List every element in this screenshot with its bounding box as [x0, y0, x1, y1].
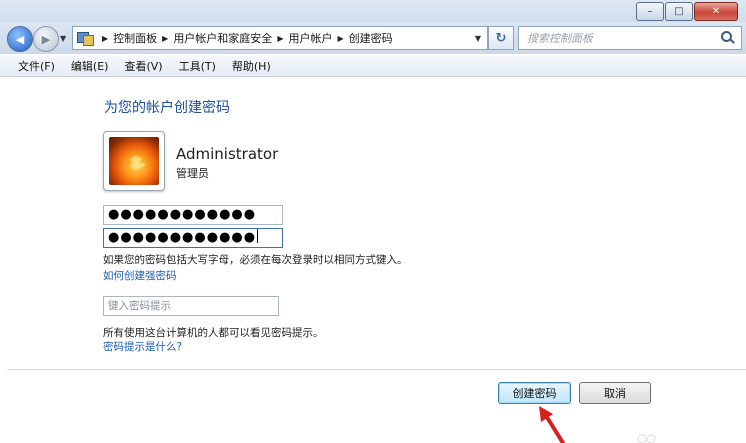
create-password-button[interactable]: 创建密码 — [498, 382, 571, 404]
menu-edit[interactable]: 编辑(E) — [63, 58, 117, 74]
menu-view[interactable]: 查看(V) — [116, 58, 170, 74]
cancel-button[interactable]: 取消 — [579, 382, 651, 404]
user-name: Administrator — [176, 145, 279, 163]
divider — [7, 369, 746, 370]
control-panel-icon — [77, 31, 94, 46]
password-hint-help-link[interactable]: 密码提示是什么? — [103, 339, 182, 354]
menu-file[interactable]: 文件(F) — [0, 58, 63, 74]
search-icon[interactable] — [721, 31, 735, 45]
window-title-bar: – □ ✕ — [0, 0, 746, 22]
maximize-button[interactable]: □ — [665, 2, 693, 21]
breadcrumb-user-accounts[interactable]: 用户帐户 — [288, 30, 332, 46]
close-button[interactable]: ✕ — [694, 2, 738, 21]
forward-arrow-icon: ▶ — [41, 32, 51, 46]
address-bar[interactable]: ▶ 控制面板 ▶ 用户帐户和家庭安全 ▶ 用户帐户 ▶ 创建密码 ▼ — [72, 26, 488, 50]
back-arrow-icon: ◀ — [15, 32, 25, 46]
back-button[interactable]: ◀ — [7, 26, 33, 52]
new-password-value: ●●●●●●●●●●●● — [108, 207, 257, 222]
confirm-password-value: ●●●●●●●●●●●● — [108, 230, 257, 245]
red-arrow-annotation-icon — [539, 406, 565, 443]
breadcrumb-control-panel[interactable]: 控制面板 — [113, 30, 157, 46]
case-sensitivity-note: 如果您的密码包括大写字母，必须在每次登录时以相同方式键入。 — [103, 254, 408, 266]
avatar — [103, 131, 165, 191]
chevron-right-icon[interactable]: ▶ — [337, 34, 343, 43]
window-controls: – □ ✕ — [635, 2, 738, 21]
password-hint-field[interactable]: 键入密码提示 — [103, 296, 279, 316]
main-content: 为您的帐户创建密码 Administrator 管理员 ●●●●●●●●●●●●… — [7, 77, 746, 443]
navigation-bar: ◀ ▶ ▼ ▶ 控制面板 ▶ 用户帐户和家庭安全 ▶ 用户帐户 ▶ 创建密码 ▼… — [0, 22, 746, 54]
refresh-button[interactable]: ↻ — [488, 26, 514, 50]
chevron-down-icon[interactable]: ▼ — [469, 34, 487, 43]
password-hint-placeholder: 键入密码提示 — [108, 300, 171, 312]
breadcrumb-user-accounts-family-safety[interactable]: 用户帐户和家庭安全 — [173, 30, 272, 46]
search-placeholder: 搜索控制面板 — [527, 32, 593, 45]
breadcrumb-create-password[interactable]: 创建密码 — [349, 30, 393, 46]
search-input[interactable]: 搜索控制面板 — [518, 26, 742, 50]
minimize-button[interactable]: – — [636, 2, 664, 21]
watermark-icon — [637, 434, 656, 443]
recent-pages-dropdown[interactable]: ▼ — [60, 34, 66, 43]
forward-button[interactable]: ▶ — [33, 26, 59, 52]
flower-avatar-icon — [109, 137, 159, 185]
chevron-right-icon[interactable]: ▶ — [277, 34, 283, 43]
hint-visibility-note: 所有使用这台计算机的人都可以看见密码提示。 — [103, 327, 324, 339]
page-title: 为您的帐户创建密码 — [104, 100, 230, 116]
text-caret — [257, 229, 259, 243]
menu-tools[interactable]: 工具(T) — [171, 58, 224, 74]
chevron-right-icon[interactable]: ▶ — [162, 34, 168, 43]
user-role: 管理员 — [176, 167, 209, 180]
strong-password-link[interactable]: 如何创建强密码 — [103, 268, 177, 283]
menu-bar: 文件(F) 编辑(E) 查看(V) 工具(T) 帮助(H) — [0, 56, 746, 77]
chevron-right-icon[interactable]: ▶ — [102, 34, 108, 43]
refresh-icon: ↻ — [495, 30, 507, 46]
new-password-field[interactable]: ●●●●●●●●●●●● — [103, 205, 283, 225]
menu-help[interactable]: 帮助(H) — [224, 58, 279, 74]
confirm-password-field[interactable]: ●●●●●●●●●●●● — [103, 228, 283, 248]
